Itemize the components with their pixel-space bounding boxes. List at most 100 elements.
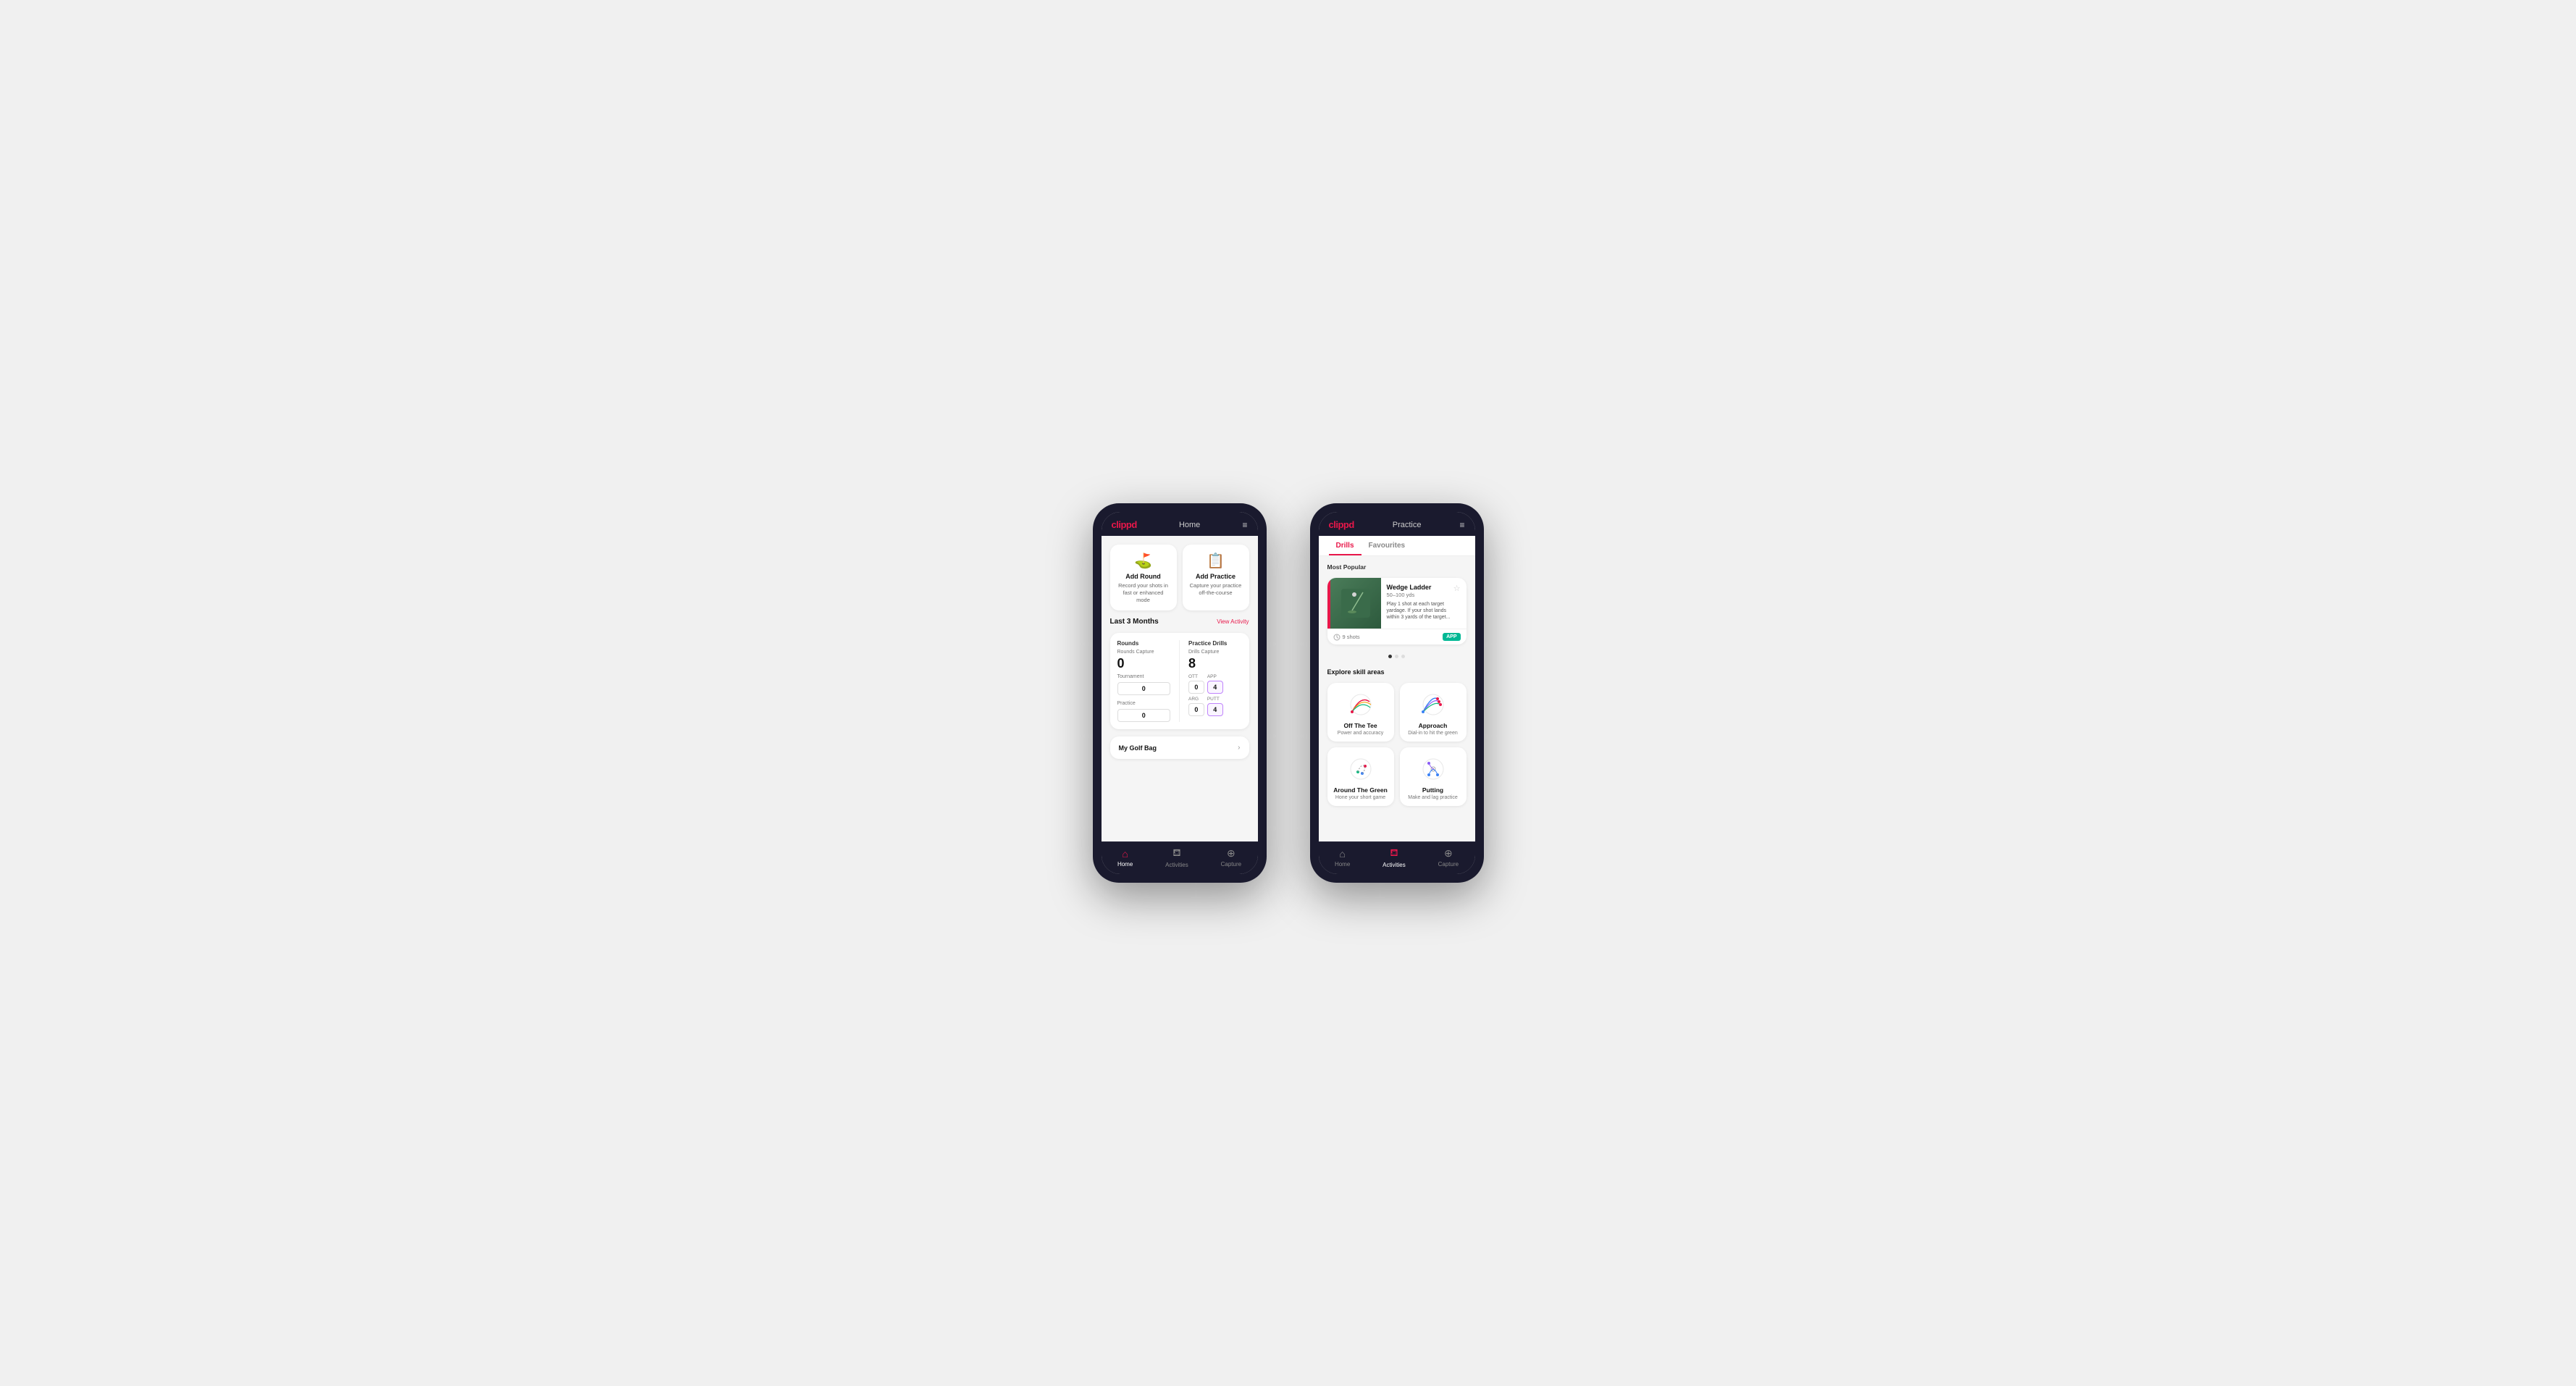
drill-description: Play 1 shot at each target yardage. If y… [1387, 601, 1461, 621]
nav-home-practice[interactable]: ⌂ Home [1335, 848, 1350, 868]
favourite-star-icon[interactable]: ☆ [1453, 584, 1461, 593]
rounds-mini-stats: Tournament 0 Practice 0 [1117, 674, 1171, 722]
drill-subtitle: 50–100 yds [1387, 592, 1461, 598]
nav-home[interactable]: ⌂ Home [1117, 848, 1133, 868]
approach-skill-subtitle: Dial-in to hit the green [1408, 731, 1457, 736]
rounds-big-number: 0 [1117, 656, 1171, 671]
activities-nav-icon: ⛾ [1172, 847, 1180, 860]
add-round-card[interactable]: ⛳ Add Round Record your shots in fast or… [1110, 545, 1177, 610]
view-activity-link[interactable]: View Activity [1217, 618, 1249, 625]
approach-icon-area [1415, 690, 1451, 719]
add-round-subtitle: Record your shots in fast or enhanced mo… [1116, 582, 1171, 603]
add-round-icon: ⛳ [1134, 552, 1152, 570]
practice-page-title: Practice [1393, 521, 1422, 529]
ott-skill-subtitle: Power and accuracy [1338, 731, 1383, 736]
drill-shots-info: 9 shots [1343, 634, 1360, 640]
home-nav-icon: ⌂ [1122, 848, 1128, 860]
capture-nav-label-p: Capture [1438, 861, 1459, 868]
practice-drills-col: Practice Drills Drills Capture 8 OTT 0 A… [1188, 640, 1242, 722]
capture-nav-label: Capture [1221, 861, 1241, 868]
arg-value: 0 [1188, 703, 1204, 716]
carousel-dots [1327, 652, 1467, 661]
menu-icon-home[interactable]: ≡ [1242, 520, 1247, 530]
phone-home: clippd Home ≡ ⛳ Add Round Record your sh… [1093, 503, 1267, 883]
off-the-tee-icon-area [1343, 690, 1379, 719]
rounds-title: Rounds [1117, 640, 1171, 647]
around-the-green-icon [1345, 756, 1377, 782]
app-label: APP [1207, 674, 1223, 679]
practice-tabs: Drills Favourites [1319, 536, 1475, 556]
activity-header: Last 3 Months View Activity [1110, 618, 1249, 626]
putt-value: 4 [1207, 703, 1223, 716]
action-cards-row: ⛳ Add Round Record your shots in fast or… [1110, 545, 1249, 610]
tab-favourites[interactable]: Favourites [1362, 536, 1413, 555]
capture-nav-icon: ⊕ [1227, 847, 1235, 860]
most-popular-label: Most Popular [1327, 563, 1467, 571]
drill-title: Wedge Ladder [1387, 584, 1461, 591]
menu-icon-practice[interactable]: ≡ [1459, 520, 1464, 530]
stats-card: Rounds Rounds Capture 0 Tournament 0 Pra… [1110, 633, 1249, 729]
practice-content: Most Popular ☆ [1319, 556, 1475, 841]
practice-drills-title: Practice Drills [1188, 640, 1242, 647]
approach-icon [1417, 692, 1449, 718]
drill-thumbnail [1330, 578, 1381, 629]
dot-1 [1388, 655, 1392, 658]
top-bar-home: clippd Home ≡ [1102, 512, 1258, 536]
activities-nav-icon-p: ⛾ [1390, 847, 1398, 860]
add-practice-card[interactable]: 📋 Add Practice Capture your practice off… [1183, 545, 1249, 610]
atg-skill-title: Around The Green [1333, 786, 1388, 794]
skill-around-the-green[interactable]: Around The Green Hone your short game [1327, 747, 1394, 806]
my-golf-bag-row[interactable]: My Golf Bag › [1110, 736, 1249, 759]
add-round-title: Add Round [1125, 573, 1161, 580]
skill-approach[interactable]: Approach Dial-in to hit the green [1400, 683, 1467, 742]
stats-row: Rounds Rounds Capture 0 Tournament 0 Pra… [1117, 640, 1242, 722]
bottom-nav-practice: ⌂ Home ⛾ Activities ⊕ Capture [1319, 841, 1475, 874]
home-content: ⛳ Add Round Record your shots in fast or… [1102, 536, 1258, 841]
nav-activities-home[interactable]: ⛾ Activities [1165, 847, 1188, 868]
drills-capture-label: Drills Capture [1188, 650, 1242, 655]
atg-icon-area [1343, 755, 1379, 784]
putting-skill-subtitle: Make and lag practice [1408, 795, 1457, 800]
featured-drill-card[interactable]: ☆ Wedge Ladder 50–100 yd [1327, 578, 1467, 644]
putting-icon-area [1415, 755, 1451, 784]
add-practice-icon: 📋 [1207, 552, 1225, 570]
last-3-months-title: Last 3 Months [1110, 618, 1159, 626]
putt-label: PUTT [1207, 697, 1223, 702]
ott-value: 0 [1188, 681, 1204, 694]
dot-3 [1401, 655, 1405, 658]
nav-capture-home[interactable]: ⊕ Capture [1221, 847, 1241, 868]
activities-nav-label: Activities [1165, 862, 1188, 868]
top-bar-practice: clippd Practice ≡ [1319, 512, 1475, 536]
nav-capture-practice[interactable]: ⊕ Capture [1438, 847, 1459, 868]
app-col: APP 4 [1207, 674, 1223, 694]
tournament-label: Tournament [1117, 674, 1171, 679]
atg-skill-subtitle: Hone your short game [1335, 795, 1385, 800]
rounds-capture-label: Rounds Capture [1117, 650, 1171, 655]
golf-swing-icon [1341, 589, 1370, 618]
rounds-col: Rounds Rounds Capture 0 Tournament 0 Pra… [1117, 640, 1171, 722]
practice-value: 0 [1117, 709, 1171, 722]
tournament-value: 0 [1117, 682, 1171, 695]
phone-practice: clippd Practice ≡ Drills Favourites Most… [1310, 503, 1484, 883]
add-practice-subtitle: Capture your practice off-the-course [1188, 582, 1243, 597]
bottom-nav-home: ⌂ Home ⛾ Activities ⊕ Capture [1102, 841, 1258, 874]
skill-off-the-tee[interactable]: Off The Tee Power and accuracy [1327, 683, 1394, 742]
putt-col: PUTT 4 [1207, 697, 1223, 716]
bag-label: My Golf Bag [1119, 744, 1157, 752]
add-practice-title: Add Practice [1196, 573, 1235, 580]
stats-divider [1179, 640, 1180, 722]
tab-drills[interactable]: Drills [1329, 536, 1362, 555]
home-nav-label-p: Home [1335, 861, 1350, 868]
skill-putting[interactable]: Putting Make and lag practice [1400, 747, 1467, 806]
dot-2 [1395, 655, 1398, 658]
nav-activities-practice[interactable]: ⛾ Activities [1383, 847, 1406, 868]
putting-skill-title: Putting [1422, 786, 1443, 794]
approach-skill-title: Approach [1419, 722, 1448, 729]
off-the-tee-icon [1345, 692, 1377, 718]
putting-icon [1417, 756, 1449, 782]
home-nav-label: Home [1117, 861, 1133, 868]
ott-skill-title: Off The Tee [1343, 722, 1377, 729]
drills-big-number: 8 [1188, 656, 1242, 671]
logo-home: clippd [1112, 519, 1137, 530]
home-nav-icon-p: ⌂ [1339, 848, 1345, 860]
